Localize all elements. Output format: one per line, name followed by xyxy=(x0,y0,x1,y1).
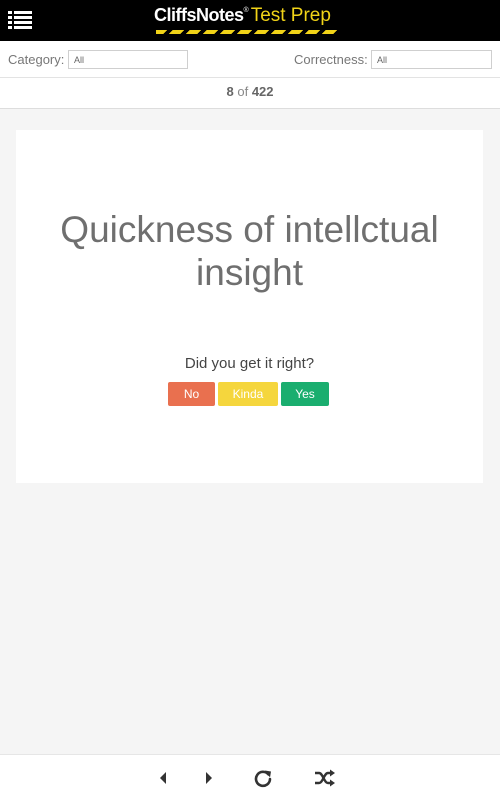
kinda-button[interactable]: Kinda xyxy=(218,382,278,406)
logo-registered-mark: ® xyxy=(243,7,249,14)
correctness-select[interactable]: All xyxy=(371,50,492,69)
flashcard[interactable]: Quickness of intellctual insight Did you… xyxy=(16,130,483,483)
self-assessment-prompt: Did you get it right? xyxy=(184,355,315,372)
category-label: Category: xyxy=(8,52,65,67)
card-counter: 8 of 422 xyxy=(0,78,500,109)
menu-list-icon[interactable] xyxy=(8,10,32,30)
counter-total: 422 xyxy=(251,84,274,99)
shuffle-icon[interactable] xyxy=(314,769,336,792)
category-select[interactable]: All xyxy=(68,50,188,69)
yes-button[interactable]: Yes xyxy=(281,382,329,406)
previous-arrow-icon[interactable] xyxy=(158,771,168,790)
logo-stripe xyxy=(156,30,339,34)
no-button[interactable]: No xyxy=(168,382,215,406)
logo-subtitle: Test Prep xyxy=(250,5,331,26)
app-header: CliffsNotes® Test Prep xyxy=(0,0,500,41)
flashcard-term: Quickness of intellctual insight xyxy=(60,209,439,293)
app-logo: CliffsNotes® Test Prep xyxy=(154,5,339,37)
footer-toolbar xyxy=(0,754,500,801)
counter-of: of xyxy=(237,84,249,99)
logo-brand: CliffsNotes xyxy=(154,5,244,25)
next-arrow-icon[interactable] xyxy=(204,771,214,790)
correctness-label: Correctness: xyxy=(294,52,368,67)
counter-current: 8 xyxy=(226,84,234,99)
filter-bar: Category: All Correctness: All xyxy=(0,41,500,78)
refresh-icon[interactable] xyxy=(253,768,273,793)
